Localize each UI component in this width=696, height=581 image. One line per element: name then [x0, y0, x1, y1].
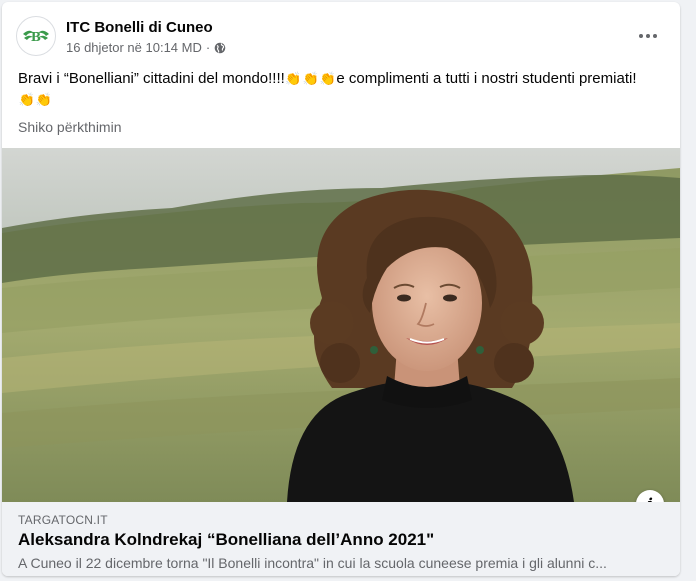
post-timestamp[interactable]: 16 dhjetor në 10:14 MD: [66, 40, 202, 55]
post-card: B ITC Bonelli di Cuneo 16 dhjetor në 10:…: [2, 2, 680, 576]
post-photo[interactable]: i: [2, 148, 680, 502]
post-text-part1: Bravi i “Bonelliani” cittadini del mondo…: [18, 70, 285, 87]
clap-emoji-icon: 👏: [285, 71, 302, 86]
svg-text:B: B: [31, 30, 41, 44]
clap-emoji-icon: 👏: [18, 92, 35, 107]
link-description: A Cuneo il 22 dicembre torna "Il Bonelli…: [18, 555, 607, 571]
portrait-photo-image: [2, 148, 680, 502]
meta-separator: ·: [205, 40, 211, 55]
clap-emoji-icon: 👏: [302, 71, 319, 86]
link-preview[interactable]: TARGATOCN.IT Aleksandra Kolndrekaj “Bone…: [2, 502, 680, 576]
post-text-part2: e complimenti a tutti i nostri studenti …: [336, 70, 637, 87]
link-domain: TARGATOCN.IT: [18, 513, 108, 527]
bonelli-logo-icon: B: [23, 30, 49, 44]
post-meta: 16 dhjetor në 10:14 MD ·: [66, 40, 226, 55]
post-text: Bravi i “Bonelliani” cittadini del mondo…: [18, 68, 668, 110]
link-title[interactable]: Aleksandra Kolndrekaj “Bonelliana dell’A…: [18, 530, 434, 550]
page-name-link[interactable]: ITC Bonelli di Cuneo: [66, 19, 213, 36]
globe-icon[interactable]: [214, 42, 226, 54]
more-options-button[interactable]: [630, 22, 666, 50]
see-translation-link[interactable]: Shiko përkthimin: [18, 119, 122, 135]
clap-emoji-icon: 👏: [35, 92, 52, 107]
more-dots-icon: [639, 34, 657, 38]
clap-emoji-icon: 👏: [319, 71, 336, 86]
avatar[interactable]: B: [16, 16, 56, 56]
post-header: B ITC Bonelli di Cuneo 16 dhjetor në 10:…: [16, 16, 666, 60]
